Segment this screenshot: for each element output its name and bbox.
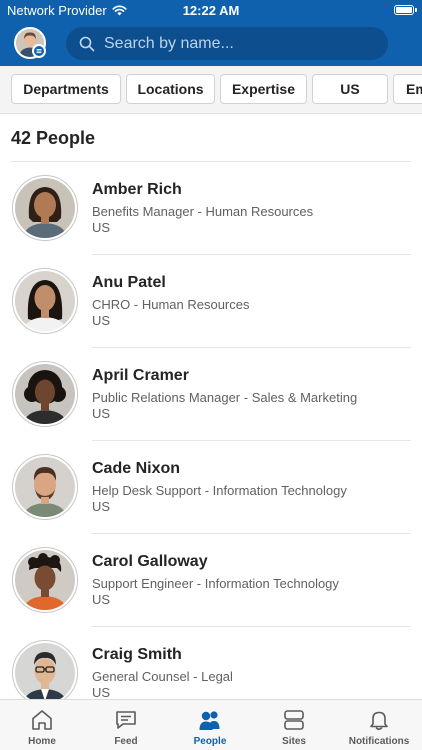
person-avatar	[12, 361, 78, 427]
person-location: US	[92, 592, 111, 607]
person-avatar	[12, 175, 78, 241]
search-bar[interactable]	[66, 27, 388, 60]
filter-chip-expertise[interactable]: Expertise	[220, 74, 307, 104]
person-location: US	[92, 313, 111, 328]
filter-chip-departments[interactable]: Departments	[11, 74, 121, 104]
person-location: US	[92, 685, 111, 700]
filter-bar: Departments Locations Expertise US Em	[0, 66, 422, 114]
person-name: Cade Nixon	[92, 460, 181, 477]
person-title: Public Relations Manager - Sales & Marke…	[92, 390, 358, 405]
search-icon	[79, 36, 95, 52]
person-name: Carol Galloway	[92, 553, 208, 570]
tab-label: Home	[28, 736, 56, 747]
tab-label: Feed	[114, 736, 138, 747]
app-header: Network Provider 12:22 AM	[0, 0, 422, 66]
tab-notifications[interactable]: Notifications	[336, 700, 422, 750]
filter-chip-employee[interactable]: Em	[393, 74, 422, 104]
person-row[interactable]: April Cramer Public Relations Manager - …	[0, 348, 422, 441]
people-list: Amber Rich Benefits Manager - Human Reso…	[0, 162, 422, 720]
person-row[interactable]: Carol Galloway Support Engineer - Inform…	[0, 534, 422, 627]
tab-sites[interactable]: Sites	[252, 700, 336, 750]
person-name: Amber Rich	[92, 181, 182, 198]
tab-home[interactable]: Home	[0, 700, 84, 750]
people-icon	[197, 708, 223, 732]
person-row[interactable]: Amber Rich Benefits Manager - Human Reso…	[0, 162, 422, 255]
tab-label: People	[193, 736, 227, 747]
tab-people[interactable]: People	[168, 700, 252, 750]
person-name: Craig Smith	[92, 646, 182, 663]
search-input[interactable]	[104, 34, 364, 53]
person-title: CHRO - Human Resources	[92, 297, 250, 312]
people-count: 42 People	[11, 128, 96, 148]
feed-icon	[113, 708, 139, 732]
person-title: Support Engineer - Information Technolog…	[92, 576, 339, 591]
menu-badge-icon[interactable]	[32, 44, 46, 58]
person-avatar	[12, 547, 78, 613]
tab-label: Sites	[282, 736, 306, 747]
person-title: Help Desk Support - Information Technolo…	[92, 483, 347, 498]
tab-label: Notifications	[348, 736, 410, 747]
person-location: US	[92, 220, 111, 235]
status-time: 12:22 AM	[182, 3, 240, 18]
bell-icon	[366, 708, 392, 732]
person-avatar	[12, 454, 78, 520]
person-avatar	[12, 640, 78, 706]
sites-icon	[281, 708, 307, 732]
person-avatar	[12, 268, 78, 334]
battery-icon	[394, 5, 417, 15]
tab-feed[interactable]: Feed	[84, 700, 168, 750]
person-location: US	[92, 499, 111, 514]
filter-chip-locations[interactable]: Locations	[126, 74, 215, 104]
status-bar: Network Provider 12:22 AM	[0, 0, 422, 22]
person-name: Anu Patel	[92, 274, 166, 291]
bottom-tab-bar: Home Feed People Sites Notifications	[0, 699, 422, 750]
person-title: General Counsel - Legal	[92, 669, 233, 684]
person-name: April Cramer	[92, 367, 189, 384]
home-icon	[29, 708, 55, 732]
person-title: Benefits Manager - Human Resources	[92, 204, 314, 219]
person-row[interactable]: Cade Nixon Help Desk Support - Informati…	[0, 441, 422, 534]
person-row[interactable]: Anu Patel CHRO - Human Resources US	[0, 255, 422, 348]
person-location: US	[92, 406, 111, 421]
filter-chip-us[interactable]: US	[312, 74, 388, 104]
